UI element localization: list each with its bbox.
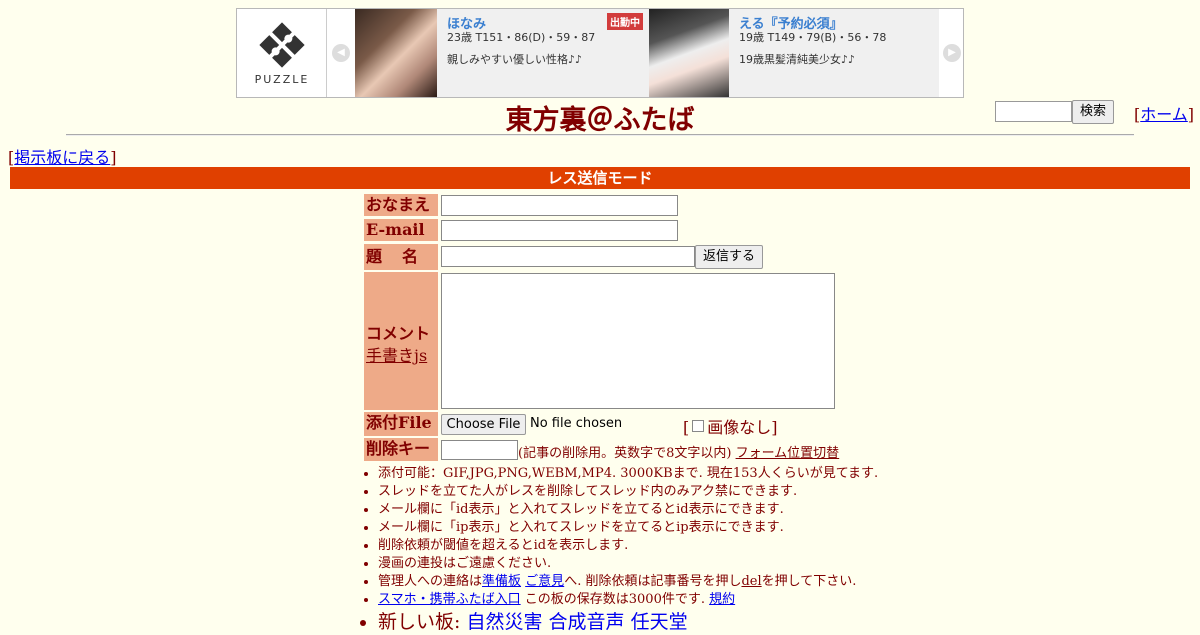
ad-card-desc: 親しみやすい優しい性格♪♪ [447,53,583,66]
feedback-link[interactable]: ご意見 [525,574,564,589]
name-label: おなまえ [364,194,438,216]
ad-card-desc: 19歳黒髪清純美少女♪♪ [739,53,856,66]
puzzle-logo[interactable]: PUZZLE [237,9,327,97]
delete-key-note-wrapper: (記事の削除用。英数字で8文字以内) フォーム位置切替 [518,442,839,461]
board-notes: 添付可能：GIF,JPG,PNG,WEBM,MP4. 3000KBまで. 現在1… [364,465,884,635]
delete-key-label: 削除キー [364,438,438,461]
choose-file-button[interactable]: Choose File [441,414,526,435]
delete-key-note: (記事の削除用。英数字で8文字以内) [518,446,732,461]
logo-text: PUZZLE [254,73,310,86]
list-item-contact: 管理人への連絡は準備板 ご意見へ. 削除依頼は記事番号を押しdelを押して下さい… [378,573,884,591]
subject-label: 題 名 [364,244,438,270]
list-item: 漫画の連投はご遠慮ください. [378,555,884,573]
list-item-mobile: スマホ・携帯ふたば入口 この板の保存数は3000件です. 規約 [378,591,884,609]
ad-card-stats: 23歳 T151・86(D)・59・87 [447,31,596,44]
subject-input[interactable] [441,246,695,267]
list-item: メール欄に「ip表示」と入れてスレッドを立てるとip表示にできます. [378,519,884,537]
status-badge: 出勤中 [607,13,643,30]
submit-reply-button[interactable]: 返信する [695,245,763,269]
back-link-wrapper: [掲示板に戻る] [8,148,117,167]
no-file-text: No file chosen [530,416,623,431]
rules-link[interactable]: 規約 [709,592,735,607]
file-label: 添付File [364,412,438,436]
no-image-label: 画像なし [707,418,772,437]
prev-arrow-icon[interactable]: ◀ [332,44,350,62]
no-image-checkbox[interactable] [692,420,705,432]
prep-board-link[interactable]: 準備板 [482,574,521,589]
ad-card-photo [649,9,729,97]
ad-card-stats: 19歳 T149・79(B)・56・78 [739,31,887,44]
home-link-wrapper: [ホーム] [1134,105,1195,124]
list-item: 添付可能：GIF,JPG,PNG,WEBM,MP4. 3000KBまで. 現在1… [378,465,884,483]
storage-note: この板の保存数は3000件です. [520,592,710,607]
email-input[interactable] [441,220,678,241]
divider [66,134,1134,136]
contact-prefix: 管理人への連絡は [378,574,483,589]
back-to-board-link[interactable]: 掲示板に戻る [14,148,110,167]
email-label: E-mail [364,219,438,241]
handwriting-js-link[interactable]: 手書きjs [366,342,427,366]
del-link[interactable]: del [741,574,761,589]
form-position-toggle-link[interactable]: フォーム位置切替 [736,446,840,461]
ad-banner[interactable]: PUZZLE ◀ ほなみ 出勤中 23歳 T151・86(D)・59・87 親し… [236,8,964,98]
name-input[interactable] [441,195,678,216]
list-item-new-boards: 新しい板: 自然災害 合成音声 任天堂 [378,609,884,635]
comment-label: コメント [366,324,431,343]
contact-middle: へ. 削除依頼は記事番号を押し [564,574,742,589]
home-link[interactable]: ホーム [1140,105,1188,124]
reply-mode-bar: レス送信モード [10,167,1190,189]
no-image-option: [画像なし] [683,418,778,437]
comment-textarea[interactable] [441,273,835,409]
comment-label-cell: コメント 手書きjs [364,272,438,410]
search-button[interactable]: 検索 [1072,100,1114,124]
mobile-entrance-link[interactable]: スマホ・携帯ふたば入口 [378,592,521,607]
ad-card-2[interactable]: える『予約必須』 19歳 T149・79(B)・56・78 19歳黒髪清純美少女… [649,9,939,97]
delete-key-input[interactable] [441,440,518,460]
ad-card-1[interactable]: ほなみ 出勤中 23歳 T151・86(D)・59・87 親しみやすい優しい性格… [355,9,649,97]
puzzle-logo-icon [259,22,305,68]
list-item: 削除依頼が閾値を超えるとidを表示します. [378,537,884,555]
list-item: メール欄に「id表示」と入れてスレッドを立てるとid表示にできます. [378,501,884,519]
list-item: スレッドを立てた人がレスを削除してスレッド内のみアク禁にできます. [378,483,884,501]
contact-suffix: を押して下さい. [761,574,857,589]
ad-card-photo [355,9,437,97]
next-arrow-icon[interactable]: ▶ [943,44,961,62]
search-input[interactable] [995,101,1072,122]
